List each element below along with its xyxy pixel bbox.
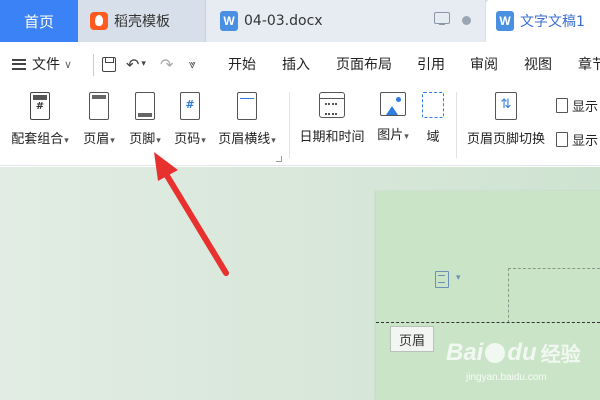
divider bbox=[93, 54, 94, 76]
menu-tab-home-label: 开始 bbox=[228, 57, 256, 73]
tab-bar: 首页 稻壳模板 W 04-03.docx W 文字文稿1 bbox=[0, 0, 600, 42]
page-number-icon bbox=[180, 92, 200, 120]
baidu-logo-text: Bai bbox=[446, 338, 484, 366]
group-expand-icon[interactable] bbox=[276, 156, 282, 162]
picture-icon bbox=[380, 92, 406, 116]
show-next-button[interactable]: 显示 bbox=[556, 128, 598, 150]
menu-tab-references[interactable]: 引用 bbox=[417, 42, 445, 86]
footer-label: 页脚▾ bbox=[129, 132, 161, 147]
menu-tab-references-label: 引用 bbox=[417, 57, 445, 73]
header-button[interactable]: 页眉▾ bbox=[79, 92, 119, 158]
header-label: 页眉▾ bbox=[83, 132, 115, 147]
undo-icon: ↶ bbox=[126, 54, 140, 74]
menu-tab-insert[interactable]: 插入 bbox=[282, 42, 310, 86]
file-menu-label: 文件 bbox=[32, 57, 60, 73]
field-label: 域 bbox=[426, 130, 440, 145]
date-time-label: 日期和时间 bbox=[299, 130, 365, 145]
chevron-down-icon[interactable]: ▾ bbox=[456, 273, 461, 283]
menu-tab-review-label: 审阅 bbox=[470, 57, 498, 73]
baidu-watermark: Bai du 经验 bbox=[446, 338, 581, 367]
header-footer-switch-label: 页眉页脚切换 bbox=[466, 132, 545, 147]
header-tag: 页眉 bbox=[390, 326, 434, 352]
tab-template[interactable]: 稻壳模板 bbox=[78, 0, 205, 42]
menu-tab-page-layout-label: 页面布局 bbox=[336, 57, 392, 73]
page-number-label: 页码▾ bbox=[174, 132, 206, 147]
undo-button[interactable]: ↶ ▾ bbox=[126, 42, 146, 86]
tab-document-0403-label: 04-03.docx bbox=[244, 13, 323, 29]
redo-button[interactable]: ↷ bbox=[160, 42, 173, 86]
divider bbox=[289, 92, 290, 158]
footer-page-icon bbox=[135, 92, 155, 120]
show-prev-label: 显示 bbox=[572, 99, 599, 115]
show-prev-button[interactable]: 显示 bbox=[556, 94, 598, 116]
header-footer-switch-button[interactable]: 页眉页脚切换 bbox=[463, 92, 549, 158]
header-line-label: 页眉横线▾ bbox=[218, 132, 276, 147]
hamburger-icon bbox=[12, 58, 26, 70]
menu-bar: 文件 ∨ ↶ ▾ ↷ ⩔ 开始 插入 页面布局 引用 审阅 视图 章节 bbox=[0, 42, 600, 86]
chevron-down-icon: ∨ bbox=[64, 57, 73, 71]
footer-button[interactable]: 页脚▾ bbox=[125, 92, 165, 158]
undo-dropdown-icon: ▾ bbox=[141, 59, 146, 69]
ribbon-toolbar: 配套组合▾ 页眉▾ 页脚▾ 页码▾ 页眉横线▾ 日期和时间 图片▾ 域 页眉页脚… bbox=[0, 86, 600, 166]
quick-access-more-button[interactable]: ⩔ bbox=[189, 42, 196, 86]
picture-label: 图片▾ bbox=[377, 128, 409, 143]
tab-home-label: 首页 bbox=[23, 12, 54, 31]
unsaved-dot-icon bbox=[462, 16, 471, 25]
divider bbox=[456, 92, 457, 158]
monitor-icon[interactable] bbox=[434, 12, 450, 25]
menu-tab-insert-label: 插入 bbox=[282, 57, 310, 73]
tab-document-active-label: 文字文稿1 bbox=[520, 14, 585, 30]
chevron-double-down-icon: ⩔ bbox=[189, 56, 196, 71]
page-number-button[interactable]: 页码▾ bbox=[170, 92, 210, 158]
menu-tab-review[interactable]: 审阅 bbox=[470, 42, 498, 86]
combo-page-icon bbox=[30, 92, 50, 120]
writer-doc-icon: W bbox=[496, 11, 514, 31]
tab-template-label: 稻壳模板 bbox=[114, 14, 170, 30]
tab-document-active[interactable]: W 文字文稿1 bbox=[486, 0, 600, 42]
menu-tab-chapter-label: 章节 bbox=[578, 57, 600, 73]
show-next-label: 显示 bbox=[572, 133, 599, 149]
file-menu-button[interactable]: 文件 ∨ bbox=[12, 42, 72, 86]
save-icon bbox=[102, 56, 116, 72]
baidu-logo-text-2: du bbox=[507, 338, 537, 366]
field-button[interactable]: 域 bbox=[420, 92, 446, 158]
jingyan-label: 经验 bbox=[540, 342, 581, 366]
menu-tab-view-label: 视图 bbox=[524, 57, 552, 73]
switch-page-icon bbox=[495, 92, 517, 120]
paw-icon bbox=[485, 342, 506, 363]
redo-icon: ↷ bbox=[160, 54, 174, 74]
calendar-icon bbox=[319, 92, 345, 118]
writer-doc-icon: W bbox=[220, 11, 238, 31]
header-line-icon bbox=[237, 92, 257, 120]
date-time-button[interactable]: 日期和时间 bbox=[296, 92, 368, 158]
combo-button[interactable]: 配套组合▾ bbox=[8, 92, 72, 158]
menu-tab-home[interactable]: 开始 bbox=[228, 42, 256, 86]
show-page-icon bbox=[556, 131, 568, 147]
header-area[interactable] bbox=[508, 268, 600, 323]
menu-tab-page-layout[interactable]: 页面布局 bbox=[336, 42, 392, 86]
watermark-url: jingyan.baidu.com bbox=[466, 372, 547, 383]
header-line-button[interactable]: 页眉横线▾ bbox=[215, 92, 279, 158]
header-boundary-line bbox=[376, 322, 600, 323]
show-page-icon bbox=[556, 97, 568, 113]
docer-logo-icon bbox=[90, 12, 108, 30]
tab-document-0403[interactable]: W 04-03.docx bbox=[205, 0, 485, 42]
header-page-icon bbox=[89, 92, 109, 120]
combo-label: 配套组合▾ bbox=[11, 132, 69, 147]
paragraph-options-icon[interactable] bbox=[435, 271, 449, 288]
picture-button[interactable]: 图片▾ bbox=[373, 92, 413, 158]
save-button[interactable] bbox=[102, 42, 116, 86]
menu-tab-view[interactable]: 视图 bbox=[524, 42, 552, 86]
field-icon bbox=[422, 92, 444, 118]
menu-tab-chapter[interactable]: 章节 bbox=[578, 42, 600, 86]
tab-home[interactable]: 首页 bbox=[0, 0, 78, 42]
